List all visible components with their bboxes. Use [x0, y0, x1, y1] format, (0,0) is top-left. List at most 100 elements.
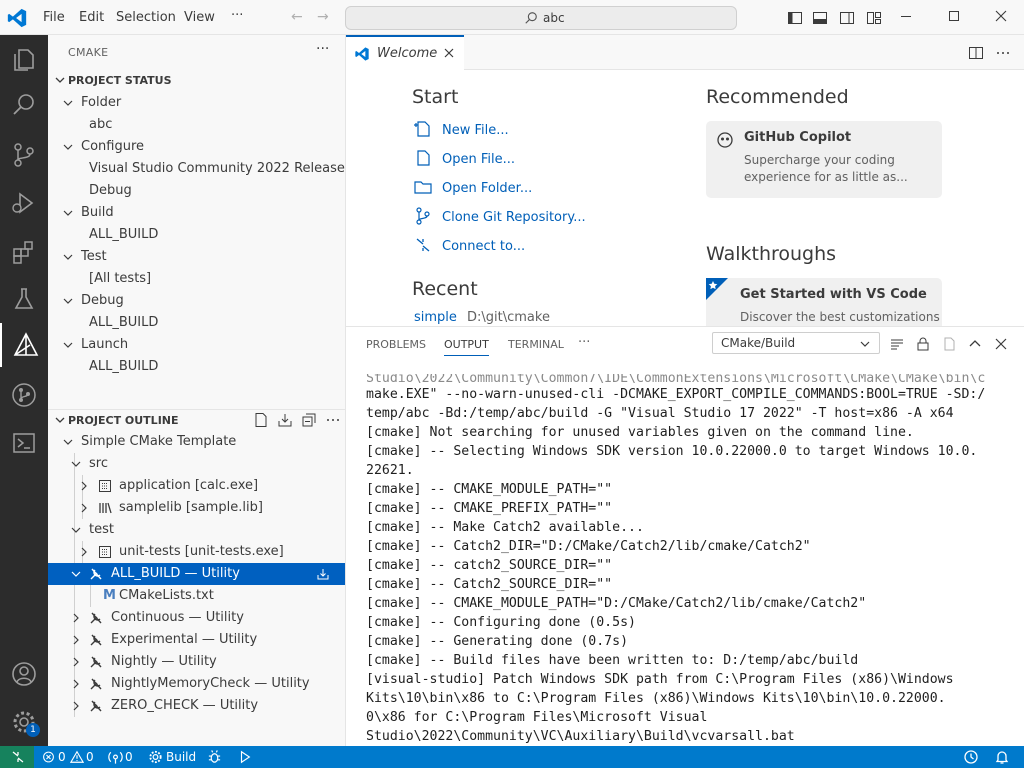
debug-bug-icon[interactable]	[207, 749, 222, 765]
tab-welcome[interactable]: Welcome	[346, 35, 464, 70]
ports-count[interactable]: 0	[125, 749, 133, 765]
menu-file[interactable]: File	[43, 10, 65, 25]
status-debug-target[interactable]: ALL_BUILD	[48, 312, 345, 334]
close-tab-icon[interactable]	[443, 47, 455, 59]
clone-repo-link[interactable]: Clone Git Repository...	[442, 210, 586, 225]
status-launch-target[interactable]: ALL_BUILD	[48, 356, 345, 378]
warning-count[interactable]: 0	[86, 749, 94, 765]
outline-cmakelists[interactable]: M CMakeLists.txt	[48, 585, 345, 607]
status-folder[interactable]: Folder	[48, 92, 345, 114]
connect-to-link[interactable]: Connect to...	[442, 239, 525, 254]
outline-nightly[interactable]: Nightly — Utility	[48, 651, 345, 673]
nav-back-icon[interactable]: ←	[291, 9, 303, 25]
outline-src-folder[interactable]: src	[48, 453, 345, 475]
status-test[interactable]: Test	[48, 246, 345, 268]
open-cmakelists-icon[interactable]	[253, 412, 269, 428]
get-started-card[interactable]: Get Started with VS Code Discover the be…	[706, 278, 942, 326]
collapse-all-icon[interactable]	[301, 412, 317, 428]
status-build[interactable]: Build	[48, 202, 345, 224]
nav-forward-icon[interactable]: →	[317, 9, 329, 25]
notifications-bell-icon[interactable]	[994, 749, 1010, 765]
explorer-icon[interactable]	[10, 45, 38, 73]
cmake-activity-item[interactable]	[0, 323, 50, 367]
run-debug-icon[interactable]	[10, 189, 38, 217]
status-configure-variant[interactable]: Debug	[48, 180, 345, 202]
tab-output[interactable]: OUTPUT	[444, 338, 489, 356]
recent-item-link[interactable]: simple	[414, 310, 457, 325]
maximize-icon[interactable]	[946, 8, 962, 24]
open-file-link[interactable]: Open File...	[442, 152, 515, 167]
utility-tools-icon	[90, 568, 102, 580]
status-debug[interactable]: Debug	[48, 290, 345, 312]
outline-application[interactable]: application [calc.exe]	[48, 475, 345, 497]
build-button[interactable]: Build	[166, 749, 196, 765]
toggle-primary-sidebar-icon[interactable]	[787, 10, 803, 26]
output-line: temp/abc -Bd:/temp/abc/build -G "Visual …	[366, 406, 954, 421]
outline-zero-check[interactable]: ZERO_CHECK — Utility	[48, 695, 345, 717]
customize-layout-icon[interactable]	[866, 10, 882, 26]
status-build-target[interactable]: ALL_BUILD	[48, 224, 345, 246]
status-test-target[interactable]: [All tests]	[48, 268, 345, 290]
minimize-icon[interactable]	[898, 8, 914, 24]
toggle-secondary-sidebar-icon[interactable]	[839, 10, 855, 26]
project-status-header[interactable]: PROJECT STATUS	[48, 70, 345, 92]
panel-more-button[interactable]: ···	[578, 335, 590, 350]
close-window-icon[interactable]	[993, 8, 1009, 24]
open-folder-link[interactable]: Open Folder...	[442, 181, 532, 196]
git-graph-icon[interactable]	[10, 381, 38, 409]
source-control-icon[interactable]	[10, 141, 38, 169]
outline-samplelib[interactable]: samplelib [sample.lib]	[48, 497, 345, 519]
outline-nightly-memory[interactable]: NightlyMemoryCheck — Utility	[48, 673, 345, 695]
status-folder-value[interactable]: abc	[48, 114, 345, 136]
open-output-in-editor-icon[interactable]	[941, 336, 957, 352]
toggle-panel-icon[interactable]	[812, 10, 828, 26]
outline-test-label: test	[89, 522, 114, 537]
copilot-card[interactable]: GitHub Copilot Supercharge your coding e…	[706, 121, 942, 198]
output-line: Studio\2022\Community\VC\Auxiliary\Build…	[366, 729, 795, 744]
command-center-search[interactable]: abc	[345, 6, 737, 30]
history-icon[interactable]	[963, 749, 979, 765]
sidebar-more-button[interactable]: ···	[316, 41, 329, 57]
tab-terminal[interactable]: TERMINAL	[508, 338, 564, 351]
maximize-panel-icon[interactable]	[967, 336, 983, 352]
error-count[interactable]: 0	[58, 749, 66, 765]
tab-problems[interactable]: PROBLEMS	[366, 338, 426, 351]
status-folder-value-text: abc	[89, 117, 113, 132]
menu-more[interactable]: ···	[231, 8, 243, 23]
outline-all-build[interactable]: ALL_BUILD — Utility	[48, 563, 345, 585]
chevron-right-icon	[81, 547, 87, 557]
search-icon[interactable]	[10, 91, 38, 119]
menu-edit[interactable]: Edit	[79, 10, 104, 25]
testing-icon[interactable]	[10, 285, 38, 313]
new-file-link[interactable]: New File...	[442, 123, 509, 138]
accounts-icon[interactable]	[10, 660, 38, 688]
outline-experimental[interactable]: Experimental — Utility	[48, 629, 345, 651]
launch-play-icon[interactable]	[238, 749, 252, 765]
copilot-desc-line2: experience for as little as...	[744, 170, 908, 184]
output-line: [cmake] -- Selecting Windows SDK version…	[366, 444, 978, 459]
outline-more-icon[interactable]	[325, 412, 341, 428]
output-channel-select[interactable]: CMake/Build	[712, 332, 880, 354]
status-configure[interactable]: Configure	[48, 136, 345, 158]
status-launch[interactable]: Launch	[48, 334, 345, 356]
close-panel-icon[interactable]	[993, 336, 1009, 352]
outline-root[interactable]: Simple CMake Template	[48, 431, 345, 453]
build-target-icon[interactable]	[316, 567, 330, 581]
remote-indicator[interactable]	[0, 746, 34, 768]
output-line: Studio\2022\Community\Common7\IDE\Common…	[366, 374, 986, 385]
outline-continuous[interactable]: Continuous — Utility	[48, 607, 345, 629]
extensions-icon[interactable]	[10, 238, 38, 266]
clear-output-icon[interactable]	[889, 336, 905, 352]
terminal-icon[interactable]	[10, 429, 38, 457]
status-configure-preset[interactable]: Visual Studio Community 2022 Release - .…	[48, 158, 345, 180]
menu-view[interactable]: View	[184, 10, 215, 25]
editor-more-icon[interactable]	[995, 45, 1011, 61]
lock-scroll-icon[interactable]	[915, 336, 931, 352]
output-line: [cmake] -- CMAKE_MODULE_PATH="D:/CMake/C…	[366, 596, 867, 611]
split-editor-icon[interactable]	[968, 45, 984, 61]
menu-selection[interactable]: Selection	[116, 10, 176, 25]
outline-test-folder[interactable]: test	[48, 519, 345, 541]
chevron-right-icon	[73, 657, 79, 667]
configure-all-icon[interactable]	[277, 412, 293, 428]
outline-unit-tests[interactable]: unit-tests [unit-tests.exe]	[48, 541, 345, 563]
